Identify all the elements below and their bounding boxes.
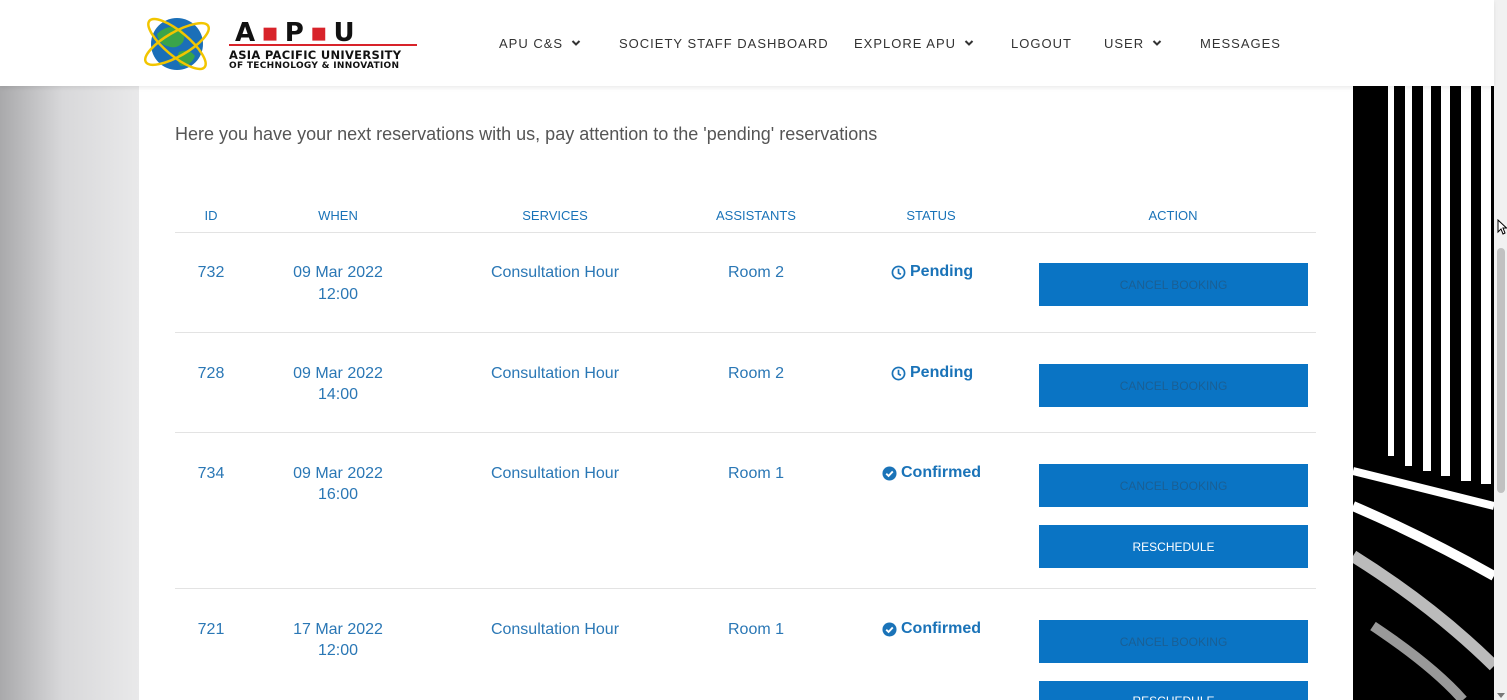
nav-society-staff-dashboard-label: SOCIETY STAFF DASHBOARD bbox=[619, 35, 829, 51]
column-header-services: SERVICES bbox=[522, 208, 588, 223]
reservation-id: 734 bbox=[197, 465, 225, 482]
reservation-id: 721 bbox=[197, 621, 225, 638]
brand-name-line2: OF TECHNOLOGY & INNOVATION bbox=[229, 61, 400, 71]
check-circle-icon bbox=[882, 465, 897, 481]
status-badge: Pending bbox=[891, 263, 973, 281]
right-decorative-image bbox=[1353, 86, 1494, 700]
status-label: Confirmed bbox=[901, 620, 981, 637]
reservation-date: 09 Mar 2022 bbox=[293, 264, 383, 281]
row-divider bbox=[175, 432, 1316, 433]
row-divider bbox=[175, 588, 1316, 589]
reservation-service: Consultation Hour bbox=[490, 465, 620, 482]
mouse-cursor-icon bbox=[1497, 219, 1507, 235]
nav-logout-label: LOGOUT bbox=[1011, 35, 1072, 51]
reservation-time: 12:00 bbox=[317, 642, 359, 659]
nav-messages-label: MESSAGES bbox=[1200, 35, 1281, 51]
nav-user[interactable]: USER bbox=[1104, 35, 1162, 51]
column-header-action: ACTION bbox=[1148, 208, 1198, 223]
globe-logo-icon bbox=[144, 17, 210, 71]
left-background bbox=[0, 86, 139, 700]
cancel-booking-button[interactable]: CANCEL BOOKING bbox=[1039, 364, 1308, 407]
brand-name-line1: ASIA PACIFIC UNIVERSITY bbox=[229, 48, 402, 62]
nav-apu-cs[interactable]: APU C&S bbox=[499, 35, 581, 51]
reservation-service: Consultation Hour bbox=[490, 264, 620, 281]
reservation-assistant: Room 2 bbox=[727, 365, 785, 382]
status-label: Pending bbox=[910, 364, 974, 381]
column-header-when: WHEN bbox=[318, 208, 358, 223]
reservation-date: 09 Mar 2022 bbox=[293, 465, 383, 482]
apu-logo[interactable]: A▪P▪U ASIA PACIFIC UNIVERSITY OF TECHNOL… bbox=[139, 10, 419, 78]
reservations-intro-text: Here you have your next reservations wit… bbox=[175, 124, 878, 144]
reservation-time: 12:00 bbox=[317, 286, 359, 303]
column-header-assistants: ASSISTANTS bbox=[716, 208, 796, 223]
nav-society-staff-dashboard[interactable]: SOCIETY STAFF DASHBOARD bbox=[619, 35, 829, 51]
reschedule-button[interactable]: RESCHEDULE bbox=[1039, 525, 1308, 568]
reservation-date: 09 Mar 2022 bbox=[293, 365, 383, 382]
row-divider bbox=[175, 332, 1316, 333]
reservation-assistant: Room 1 bbox=[727, 621, 785, 638]
nav-logout[interactable]: LOGOUT bbox=[1011, 35, 1072, 51]
status-badge: Confirmed bbox=[882, 464, 981, 482]
reservation-service: Consultation Hour bbox=[490, 365, 620, 382]
site-header: A▪P▪U ASIA PACIFIC UNIVERSITY OF TECHNOL… bbox=[0, 0, 1494, 86]
reservation-time: 16:00 bbox=[317, 486, 359, 503]
check-circle-icon bbox=[882, 621, 897, 637]
reservation-id: 732 bbox=[197, 264, 225, 281]
clock-icon bbox=[891, 265, 906, 279]
brand-underline bbox=[229, 44, 417, 46]
reservation-assistant: Room 2 bbox=[727, 264, 785, 281]
nav-explore-apu-label: EXPLORE APU bbox=[854, 35, 957, 51]
reservation-time: 14:00 bbox=[317, 386, 359, 403]
cancel-booking-button[interactable]: CANCEL BOOKING bbox=[1039, 263, 1308, 306]
reservation-assistant: Room 1 bbox=[727, 465, 785, 482]
column-header-status: STATUS bbox=[906, 208, 956, 223]
reservation-service: Consultation Hour bbox=[490, 621, 620, 638]
clock-icon bbox=[891, 366, 906, 380]
table-header-divider bbox=[175, 232, 1316, 233]
chevron-down-icon bbox=[964, 40, 974, 46]
nav-apu-cs-label: APU C&S bbox=[499, 35, 564, 51]
cancel-booking-button[interactable]: CANCEL BOOKING bbox=[1039, 620, 1308, 663]
column-header-id: ID bbox=[204, 208, 218, 223]
reservation-date: 17 Mar 2022 bbox=[293, 621, 383, 638]
chevron-down-icon bbox=[1152, 40, 1162, 46]
status-badge: Pending bbox=[891, 364, 973, 382]
status-label: Confirmed bbox=[901, 464, 981, 481]
status-badge: Confirmed bbox=[882, 620, 981, 638]
nav-explore-apu[interactable]: EXPLORE APU bbox=[854, 35, 974, 51]
nav-user-label: USER bbox=[1104, 35, 1145, 51]
nav-messages[interactable]: MESSAGES bbox=[1200, 35, 1281, 51]
reschedule-button[interactable]: RESCHEDULE bbox=[1039, 681, 1308, 700]
scroll-down-arrow-icon[interactable] bbox=[1497, 693, 1505, 698]
cancel-booking-button[interactable]: CANCEL BOOKING bbox=[1039, 464, 1308, 507]
scrollbar-thumb[interactable] bbox=[1497, 248, 1505, 493]
chevron-down-icon bbox=[571, 40, 581, 46]
status-label: Pending bbox=[910, 263, 974, 280]
reservation-id: 728 bbox=[197, 365, 225, 382]
page-scrollbar[interactable] bbox=[1494, 0, 1507, 700]
